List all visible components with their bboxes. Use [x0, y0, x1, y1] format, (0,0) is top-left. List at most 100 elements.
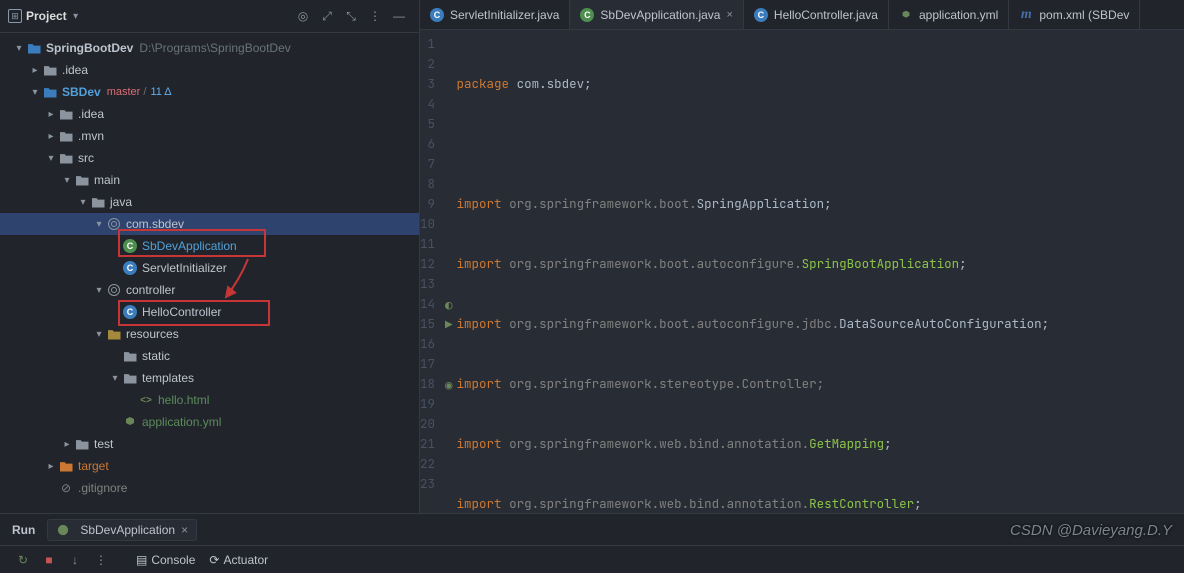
class-icon: C — [754, 8, 768, 22]
tree-item[interactable]: ▸ test — [0, 433, 419, 455]
class-icon: C — [122, 304, 138, 320]
resources-icon — [106, 326, 122, 342]
tree-file-application-yml[interactable]: application.yml — [0, 411, 419, 433]
tree-item[interactable]: static — [0, 345, 419, 367]
tab-pom-xml[interactable]: m pom.xml (SBDev — [1009, 0, 1140, 29]
endpoint-mark-icon: ◉ — [445, 374, 453, 394]
tree-item[interactable]: ▾ java — [0, 191, 419, 213]
tab-hellocontroller[interactable]: C HelloController.java — [744, 0, 889, 29]
package-icon — [106, 282, 122, 298]
folder-icon — [42, 62, 58, 78]
tree-item[interactable]: ▸ .idea — [0, 103, 419, 125]
chevron-down-icon: ▾ — [76, 197, 90, 208]
item-label: templates — [142, 371, 194, 385]
tree-item[interactable]: ▾ src — [0, 147, 419, 169]
chevron-down-icon: ▾ — [92, 285, 106, 296]
folder-icon — [90, 194, 106, 210]
project-header: ⊞ Project ▾ ◎ ⤢ ⤡ ⋮ — — [0, 0, 419, 33]
tree-package-controller[interactable]: ▾ controller — [0, 279, 419, 301]
file-label: ServletInitializer — [142, 261, 227, 275]
tree-file-servletinitializer[interactable]: C ServletInitializer — [0, 257, 419, 279]
tree-module[interactable]: ▾ SBDev master / 11 Δ — [0, 81, 419, 103]
console-tab[interactable]: ▤Console — [136, 553, 195, 567]
chevron-down-icon: ▾ — [28, 87, 42, 98]
folder-icon — [122, 370, 138, 386]
actuator-icon: ⟳ — [209, 553, 219, 567]
chevron-right-icon: ▸ — [44, 461, 58, 472]
chevron-down-icon[interactable]: ▾ — [69, 11, 83, 22]
item-label: src — [78, 151, 94, 165]
hide-icon[interactable]: — — [389, 6, 409, 26]
tab-servletinitializer[interactable]: C ServletInitializer.java — [420, 0, 570, 29]
tree-file-sbdevapplication[interactable]: C SbDevApplication — [0, 235, 419, 257]
tree-item[interactable]: ▸ target — [0, 455, 419, 477]
package-label: com.sbdev — [126, 217, 184, 231]
settings-icon[interactable]: ⋮ — [365, 6, 385, 26]
git-changes: 11 Δ — [150, 86, 171, 98]
run-title: Run — [12, 523, 35, 537]
chevron-down-icon: ▾ — [92, 329, 106, 340]
modified-mark-icon: ◐ — [445, 294, 453, 314]
more-icon[interactable]: ⋮ — [90, 549, 112, 571]
actuator-tab[interactable]: ⟳Actuator — [209, 553, 268, 567]
gutter-marks: ◐ ▶ ◉ — [445, 30, 453, 513]
run-mark-icon: ▶ — [445, 314, 453, 334]
tree-file-gitignore[interactable]: ⊘ .gitignore — [0, 477, 419, 499]
folder-icon — [58, 128, 74, 144]
chevron-right-icon: ▸ — [28, 65, 42, 76]
editor-tabs: C ServletInitializer.java C SbDevApplica… — [420, 0, 1184, 30]
item-label: static — [142, 349, 170, 363]
collapse-icon[interactable]: ⤡ — [341, 6, 361, 26]
tree-file-hellocontroller[interactable]: C HelloController — [0, 301, 419, 323]
close-icon[interactable]: × — [726, 9, 732, 21]
project-panel: ⊞ Project ▾ ◎ ⤢ ⤡ ⋮ — ▾ SpringBootDev D:… — [0, 0, 420, 513]
item-label: main — [94, 173, 120, 187]
tree-item[interactable]: ▸ .mvn — [0, 125, 419, 147]
file-label: HelloController — [142, 305, 221, 319]
stop-icon[interactable]: ■ — [38, 549, 60, 571]
item-label: java — [110, 195, 132, 209]
tree-file-hello-html[interactable]: <> hello.html — [0, 389, 419, 411]
tree-item[interactable]: ▸ .idea — [0, 59, 419, 81]
class-icon: C — [580, 8, 594, 22]
folder-icon — [74, 172, 90, 188]
bottom-toolbar: ↻ ■ ↓ ⋮ ▤Console ⟳Actuator — [0, 545, 1184, 573]
item-label: resources — [126, 327, 179, 341]
item-label: .idea — [78, 107, 104, 121]
project-view-icon[interactable]: ⊞ — [8, 9, 22, 23]
class-icon: C — [122, 260, 138, 276]
tree-item[interactable]: ▾ main — [0, 169, 419, 191]
tree-item[interactable]: ▾ templates — [0, 367, 419, 389]
tab-application-yml[interactable]: application.yml — [889, 0, 1009, 29]
down-icon[interactable]: ↓ — [64, 549, 86, 571]
yml-icon — [122, 414, 138, 430]
target-icon[interactable]: ◎ — [293, 6, 313, 26]
html-icon: <> — [138, 392, 154, 408]
tree-package[interactable]: ▾ com.sbdev — [0, 213, 419, 235]
spring-icon — [56, 523, 70, 537]
file-label: application.yml — [142, 415, 221, 429]
code-content[interactable]: package com.sbdev; import org.springfram… — [453, 30, 1184, 513]
package-label: controller — [126, 283, 175, 297]
package-icon — [106, 216, 122, 232]
code-editor[interactable]: 1234567891011121314151617181920212223 ◐ … — [420, 30, 1184, 513]
folder-icon — [74, 436, 90, 452]
run-tool-window: Run SbDevApplication × — [0, 513, 1184, 545]
project-icon — [26, 40, 42, 56]
editor-area: C ServletInitializer.java C SbDevApplica… — [420, 0, 1184, 513]
rerun-icon[interactable]: ↻ — [12, 549, 34, 571]
chevron-down-icon: ▾ — [44, 153, 58, 164]
tab-sbdevapplication[interactable]: C SbDevApplication.java × — [570, 0, 744, 29]
gitignore-icon: ⊘ — [58, 480, 74, 496]
tree-item[interactable]: ▾ resources — [0, 323, 419, 345]
console-icon: ▤ — [136, 553, 147, 567]
expand-icon[interactable]: ⤢ — [317, 6, 337, 26]
file-label: SbDevApplication — [142, 239, 237, 253]
project-tree: ▾ SpringBootDev D:\Programs\SpringBootDe… — [0, 33, 419, 513]
class-icon: C — [430, 8, 444, 22]
run-config-tab[interactable]: SbDevApplication × — [47, 519, 197, 541]
tree-root[interactable]: ▾ SpringBootDev D:\Programs\SpringBootDe… — [0, 37, 419, 59]
project-title: Project — [26, 9, 67, 23]
root-path: D:\Programs\SpringBootDev — [139, 41, 290, 55]
close-icon[interactable]: × — [181, 523, 188, 537]
